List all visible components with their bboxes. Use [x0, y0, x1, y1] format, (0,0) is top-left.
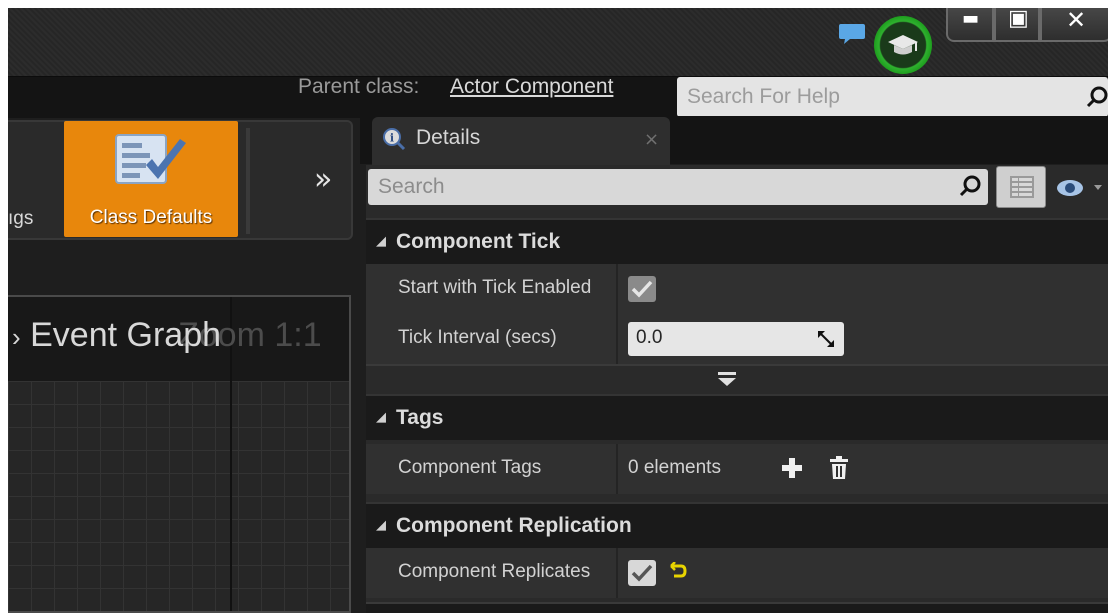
component-tags-count: 0 elements: [628, 457, 721, 478]
parent-class-label: Parent class:: [298, 75, 420, 98]
section-tags[interactable]: ◢ Tags: [366, 394, 1108, 440]
property-row-component-tags: Component Tags 0 elements: [366, 444, 1108, 494]
advanced-expand-row[interactable]: [366, 364, 1108, 392]
add-element-icon[interactable]: [780, 456, 804, 480]
section-title: Component Tick: [396, 230, 561, 253]
tick-interval-field[interactable]: 0.0: [628, 322, 844, 356]
checkmark-icon: [631, 280, 653, 298]
trash-icon[interactable]: [828, 456, 850, 480]
details-icon: i: [383, 128, 406, 151]
column-divider[interactable]: [616, 548, 618, 598]
learn-icon[interactable]: [874, 16, 932, 74]
property-label: Start with Tick Enabled: [398, 277, 592, 298]
section-component-tick[interactable]: ◢ Component Tick: [366, 218, 1108, 264]
column-divider[interactable]: [616, 444, 618, 494]
close-icon: ✕: [1066, 8, 1087, 34]
expand-advanced-icon: [718, 372, 736, 386]
component-replicates-checkbox[interactable]: [628, 560, 656, 586]
graph-title: › Event Graph: [12, 316, 221, 355]
section-title: Tags: [396, 406, 444, 429]
section-component-replication[interactable]: ◢ Component Replication: [366, 502, 1108, 548]
toolbar-separator: [246, 128, 250, 234]
column-divider[interactable]: [616, 314, 618, 364]
next-section-header[interactable]: [366, 602, 1108, 613]
toolbar-more-button[interactable]: »: [314, 162, 332, 197]
column-divider[interactable]: [616, 264, 618, 314]
property-row-start-with-tick: Start with Tick Enabled: [366, 264, 1108, 314]
graph-title-arrow: ›: [12, 322, 21, 352]
reset-to-default-icon[interactable]: [668, 562, 688, 582]
property-label: Component Tags: [398, 457, 542, 478]
property-label: Tick Interval (secs): [398, 327, 557, 348]
grid-view-icon: [1010, 176, 1034, 198]
section-title: Component Replication: [396, 514, 632, 537]
minimize-button[interactable]: ▬: [946, 8, 994, 42]
maximize-button[interactable]: ▣: [994, 8, 1040, 42]
search-icon: [1086, 86, 1108, 108]
close-button[interactable]: ✕: [1040, 8, 1108, 42]
title-bar[interactable]: [8, 8, 1108, 76]
visibility-filter-button[interactable]: [1056, 177, 1106, 199]
collapse-arrow-icon: ◢: [376, 518, 386, 533]
class-defaults-label: Class Defaults: [89, 207, 213, 228]
property-row-tick-interval: Tick Interval (secs) 0.0: [366, 314, 1108, 364]
view-options-button[interactable]: [996, 166, 1046, 208]
class-defaults-icon: [115, 134, 186, 184]
details-tab-label: Details: [416, 126, 481, 149]
search-icon: [959, 175, 981, 197]
help-search-placeholder: Search For Help: [687, 85, 840, 108]
details-search-input[interactable]: Search: [368, 169, 988, 205]
start-with-tick-checkbox[interactable]: [628, 276, 656, 302]
collapse-arrow-icon: ◢: [376, 410, 386, 425]
class-defaults-button[interactable]: Class Defaults: [64, 121, 238, 237]
minimize-icon: ▬: [962, 8, 980, 29]
drag-resize-icon[interactable]: [818, 331, 834, 347]
details-search-placeholder: Search: [378, 175, 445, 198]
property-row-component-replicates: Component Replicates: [366, 548, 1108, 598]
eye-icon: [1057, 180, 1102, 196]
tick-interval-value: 0.0: [636, 327, 663, 348]
checkmark-icon: [631, 564, 653, 582]
details-tab-close-icon[interactable]: ×: [644, 129, 659, 150]
property-label: Component Replicates: [398, 561, 591, 582]
parent-class-link[interactable]: Actor Component: [450, 75, 613, 99]
tab-details[interactable]: i Details ×: [372, 117, 670, 165]
help-search-input[interactable]: Search For Help: [677, 77, 1108, 117]
toolbar-partial-label: ıgs: [8, 208, 34, 229]
chat-bubble-icon[interactable]: [838, 22, 866, 46]
graph-grid[interactable]: [8, 381, 349, 611]
collapse-arrow-icon: ◢: [376, 234, 386, 249]
maximize-icon: ▣: [1008, 8, 1029, 31]
svg-text:i: i: [390, 132, 394, 145]
graph-title-text: Event Graph: [30, 316, 222, 354]
